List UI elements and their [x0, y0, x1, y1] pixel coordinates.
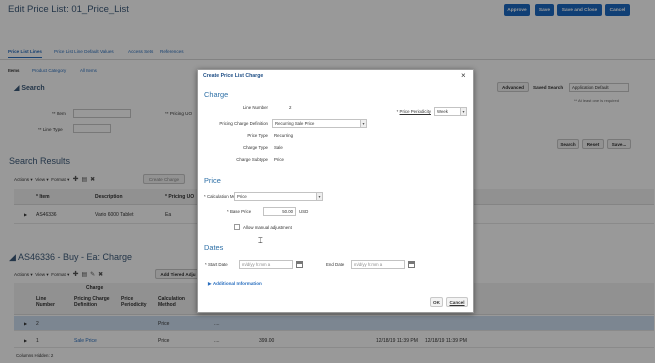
line-number-label: Line Number: [242, 105, 268, 110]
mouse-cursor-icon: ⌶: [258, 236, 263, 245]
pricing-charge-definition-select[interactable]: Recurring Sale Price: [272, 119, 362, 128]
allow-manual-checkbox[interactable]: [234, 224, 240, 230]
chevron-down-icon[interactable]: ▾: [360, 119, 367, 128]
base-price-input[interactable]: 50.00: [263, 207, 296, 216]
create-price-list-charge-dialog: Create Price List Charge × Charge Line N…: [197, 69, 474, 313]
start-date-label: * Start Date: [205, 262, 228, 267]
chevron-down-icon[interactable]: ▾: [460, 107, 467, 116]
allow-manual-label: Allow manual adjustment: [243, 225, 292, 230]
additional-information-toggle[interactable]: ▶ Additional Information: [208, 281, 262, 287]
charge-type-value: Sale: [274, 145, 283, 150]
end-date-label: End Date: [326, 262, 345, 267]
dialog-title: Create Price List Charge: [203, 73, 264, 79]
charge-section-title: Charge: [204, 90, 229, 99]
end-date-input[interactable]: m/d/yy h:mm a: [351, 260, 405, 269]
calendar-icon[interactable]: [408, 261, 415, 268]
chevron-down-icon[interactable]: ▾: [316, 192, 323, 201]
price-periodicity-label: * Price Periodicity: [396, 109, 431, 114]
price-type-value: Recurring: [274, 133, 294, 138]
dates-section-title: Dates: [204, 243, 224, 252]
pricing-charge-definition-label: Pricing Charge Definition: [219, 121, 268, 126]
cancel-button[interactable]: Cancel: [446, 297, 468, 307]
calendar-icon[interactable]: [296, 261, 303, 268]
calculation-method-select[interactable]: Price: [234, 192, 318, 201]
charge-subtype-label: Charge Subtype: [236, 157, 268, 162]
line-number-value: 2: [289, 105, 292, 110]
currency-code: USD: [299, 209, 309, 214]
charge-subtype-value: Price: [274, 157, 285, 162]
charge-type-label: Charge Type: [242, 145, 268, 150]
price-section-title: Price: [204, 176, 221, 185]
base-price-label: * Base Price: [227, 209, 252, 214]
price-type-label: Price Type: [247, 133, 268, 138]
price-periodicity-select[interactable]: Week: [434, 107, 461, 116]
close-icon[interactable]: ×: [461, 71, 466, 80]
ok-button[interactable]: OK: [430, 297, 443, 307]
start-date-input[interactable]: m/d/yy h:mm a: [239, 260, 293, 269]
